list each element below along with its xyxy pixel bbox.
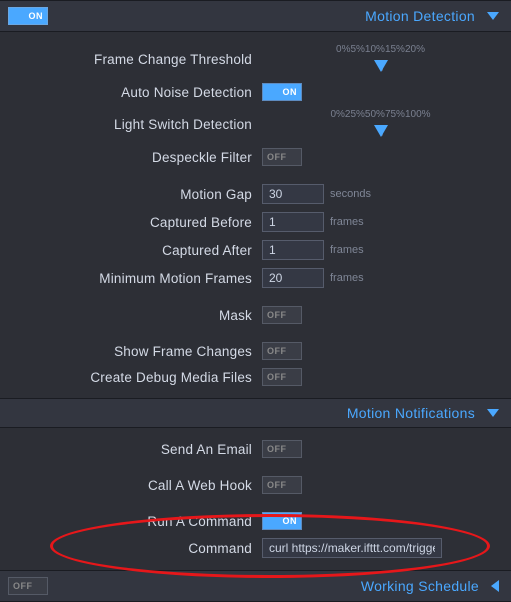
row-captured-before: Captured Before frames — [0, 208, 511, 236]
show-frame-changes-toggle[interactable]: OFF — [262, 342, 302, 360]
motion-gap-input[interactable] — [262, 184, 324, 204]
slider-ticks: 0% 5% 10% 15% 20% — [334, 44, 427, 55]
minimum-motion-frames-input[interactable] — [262, 268, 324, 288]
row-command: Command — [0, 534, 511, 562]
mask-toggle[interactable]: OFF — [262, 306, 302, 324]
label: Despeckle Filter — [12, 150, 252, 165]
row-show-frame-changes: Show Frame Changes OFF — [0, 338, 511, 364]
section-header-motion-notifications[interactable]: Motion Notifications — [0, 398, 511, 428]
send-an-email-toggle[interactable]: OFF — [262, 440, 302, 458]
frame-change-threshold-slider[interactable]: 0% 5% 10% 15% 20% — [262, 44, 499, 75]
slider-ticks: 0% 25% 50% 75% 100% — [328, 109, 432, 120]
row-auto-noise-detection: Auto Noise Detection ON — [0, 79, 511, 105]
row-motion-gap: Motion Gap seconds — [0, 180, 511, 208]
chevron-left-icon — [491, 580, 499, 592]
row-light-switch-detection: Light Switch Detection 0% 25% 50% 75% 10… — [0, 105, 511, 144]
label: Mask — [12, 308, 252, 323]
label: Motion Gap — [12, 187, 252, 202]
motion-detection-master-toggle[interactable]: ON — [8, 7, 48, 25]
section-title: Motion Detection — [365, 8, 475, 24]
label: Captured Before — [12, 215, 252, 230]
label: Auto Noise Detection — [12, 85, 252, 100]
chevron-down-icon — [487, 12, 499, 20]
auto-noise-detection-toggle[interactable]: ON — [262, 83, 302, 101]
label: Frame Change Threshold — [12, 52, 252, 67]
row-despeckle-filter: Despeckle Filter OFF — [0, 144, 511, 170]
command-input[interactable] — [262, 538, 442, 558]
slider-thumb-icon[interactable] — [374, 60, 388, 72]
unit-label: frames — [330, 272, 364, 284]
unit-label: frames — [330, 216, 364, 228]
motion-detection-body: Frame Change Threshold 0% 5% 10% 15% 20%… — [0, 32, 511, 398]
label: Captured After — [12, 243, 252, 258]
label: Show Frame Changes — [12, 344, 252, 359]
label: Light Switch Detection — [12, 117, 252, 132]
slider-thumb-icon[interactable] — [374, 125, 388, 137]
captured-after-input[interactable] — [262, 240, 324, 260]
row-run-a-command: Run A Command ON — [0, 508, 511, 534]
call-a-web-hook-toggle[interactable]: OFF — [262, 476, 302, 494]
motion-notifications-body: Send An Email OFF Call A Web Hook OFF Ru… — [0, 428, 511, 570]
row-mask: Mask OFF — [0, 302, 511, 328]
label: Call A Web Hook — [12, 478, 252, 493]
section-title: Motion Notifications — [347, 405, 475, 421]
label: Minimum Motion Frames — [12, 271, 252, 286]
label: Create Debug Media Files — [12, 370, 252, 385]
run-a-command-toggle[interactable]: ON — [262, 512, 302, 530]
label: Command — [12, 541, 252, 556]
row-minimum-motion-frames: Minimum Motion Frames frames — [0, 264, 511, 292]
section-title: Working Schedule — [361, 578, 479, 594]
section-header-working-schedule[interactable]: OFF Working Schedule — [0, 570, 511, 602]
unit-label: frames — [330, 244, 364, 256]
row-send-an-email: Send An Email OFF — [0, 436, 511, 462]
working-schedule-master-toggle[interactable]: OFF — [8, 577, 48, 595]
captured-before-input[interactable] — [262, 212, 324, 232]
unit-label: seconds — [330, 188, 371, 200]
section-header-motion-detection[interactable]: ON Motion Detection — [0, 0, 511, 32]
despeckle-filter-toggle[interactable]: OFF — [262, 148, 302, 166]
chevron-down-icon — [487, 409, 499, 417]
row-create-debug-media-files: Create Debug Media Files OFF — [0, 364, 511, 390]
label: Send An Email — [12, 442, 252, 457]
light-switch-detection-slider[interactable]: 0% 25% 50% 75% 100% — [262, 109, 499, 140]
label: Run A Command — [12, 514, 252, 529]
row-captured-after: Captured After frames — [0, 236, 511, 264]
row-frame-change-threshold: Frame Change Threshold 0% 5% 10% 15% 20% — [0, 40, 511, 79]
row-call-a-web-hook: Call A Web Hook OFF — [0, 472, 511, 498]
create-debug-media-files-toggle[interactable]: OFF — [262, 368, 302, 386]
